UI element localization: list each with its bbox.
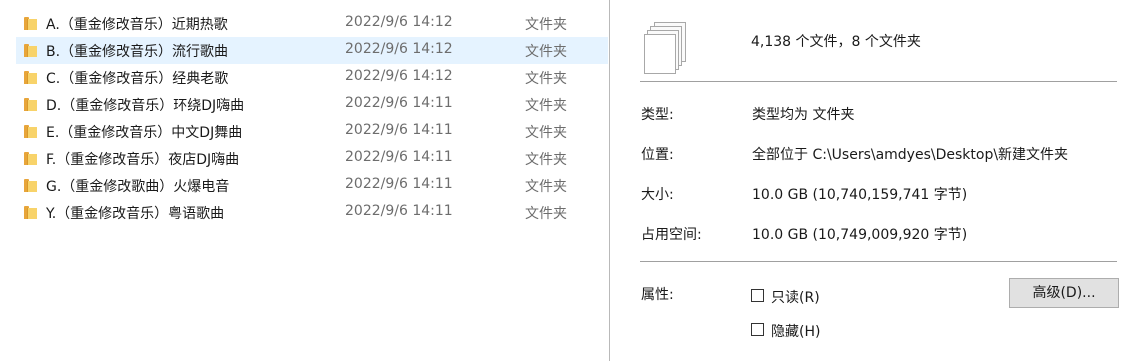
checkbox-box[interactable]: [751, 289, 764, 302]
item-date: 2022/9/6 14:12: [345, 41, 453, 57]
location-value: 全部位于 C:\Users\amdyes\Desktop\新建文件夹: [752, 147, 1069, 163]
item-name: A.（重金修改音乐）近期热歌: [46, 17, 228, 33]
item-type: 文件夹: [525, 179, 567, 195]
item-name: F.（重金修改音乐）夜店DJ嗨曲: [46, 152, 240, 168]
item-name: D.（重金修改音乐）环绕DJ嗨曲: [46, 98, 245, 114]
list-item[interactable]: A.（重金修改音乐）近期热歌 2022/9/6 14:12 文件夹: [16, 10, 608, 37]
type-value: 类型均为 文件夹: [752, 107, 855, 123]
list-item[interactable]: D.（重金修改音乐）环绕DJ嗨曲 2022/9/6 14:11 文件夹: [16, 91, 608, 118]
item-name: C.（重金修改音乐）经典老歌: [46, 71, 229, 87]
readonly-label: 只读(R): [771, 290, 820, 306]
list-item[interactable]: F.（重金修改音乐）夜店DJ嗨曲 2022/9/6 14:11 文件夹: [16, 145, 608, 172]
item-type: 文件夹: [525, 152, 567, 168]
location-label: 位置:: [641, 147, 674, 163]
separator: [640, 261, 1117, 262]
item-type: 文件夹: [525, 44, 567, 60]
item-type: 文件夹: [525, 206, 567, 222]
item-date: 2022/9/6 14:11: [345, 149, 453, 165]
hidden-label: 隐藏(H): [771, 324, 821, 340]
disk-size-label: 占用空间:: [641, 227, 702, 243]
file-list-pane: A.（重金修改音乐）近期热歌 2022/9/6 14:12 文件夹 B.（重金修…: [0, 0, 609, 361]
folder-icon: [24, 179, 37, 192]
item-date: 2022/9/6 14:12: [345, 14, 453, 30]
size-label: 大小:: [641, 187, 674, 203]
list-item[interactable]: Y.（重金修改音乐）粤语歌曲 2022/9/6 14:11 文件夹: [16, 199, 608, 226]
folder-icon: [24, 98, 37, 111]
list-item[interactable]: G.（重金修改歌曲）火爆电音 2022/9/6 14:11 文件夹: [16, 172, 608, 199]
checkbox-box[interactable]: [751, 323, 764, 336]
attributes-label: 属性:: [641, 287, 674, 303]
item-type: 文件夹: [525, 125, 567, 141]
folder-icon: [24, 152, 37, 165]
item-date: 2022/9/6 14:11: [345, 203, 453, 219]
selection-summary: 4,138 个文件，8 个文件夹: [751, 34, 921, 50]
folder-icon: [24, 125, 37, 138]
separator: [640, 81, 1117, 82]
size-value: 10.0 GB (10,740,159,741 字节): [752, 187, 968, 203]
folder-icon: [24, 17, 37, 30]
item-date: 2022/9/6 14:12: [345, 68, 453, 84]
folder-icon: [24, 44, 37, 57]
item-date: 2022/9/6 14:11: [345, 176, 453, 192]
folder-icon: [24, 71, 37, 84]
multiple-files-icon: [644, 22, 686, 74]
item-name: G.（重金修改歌曲）火爆电音: [46, 179, 230, 195]
type-label: 类型:: [641, 107, 674, 123]
folder-icon: [24, 206, 37, 219]
item-type: 文件夹: [525, 98, 567, 114]
item-name: E.（重金修改音乐）中文DJ舞曲: [46, 125, 243, 141]
list-item[interactable]: C.（重金修改音乐）经典老歌 2022/9/6 14:12 文件夹: [16, 64, 608, 91]
item-type: 文件夹: [525, 71, 567, 87]
item-name: Y.（重金修改音乐）粤语歌曲: [46, 206, 225, 222]
list-item[interactable]: B.（重金修改音乐）流行歌曲 2022/9/6 14:12 文件夹: [16, 37, 608, 64]
item-date: 2022/9/6 14:11: [345, 122, 453, 138]
list-item[interactable]: E.（重金修改音乐）中文DJ舞曲 2022/9/6 14:11 文件夹: [16, 118, 608, 145]
item-name: B.（重金修改音乐）流行歌曲: [46, 44, 229, 60]
item-date: 2022/9/6 14:11: [345, 95, 453, 111]
advanced-button[interactable]: 高级(D)...: [1009, 278, 1119, 308]
item-type: 文件夹: [525, 17, 567, 33]
disk-size-value: 10.0 GB (10,749,009,920 字节): [752, 227, 968, 243]
